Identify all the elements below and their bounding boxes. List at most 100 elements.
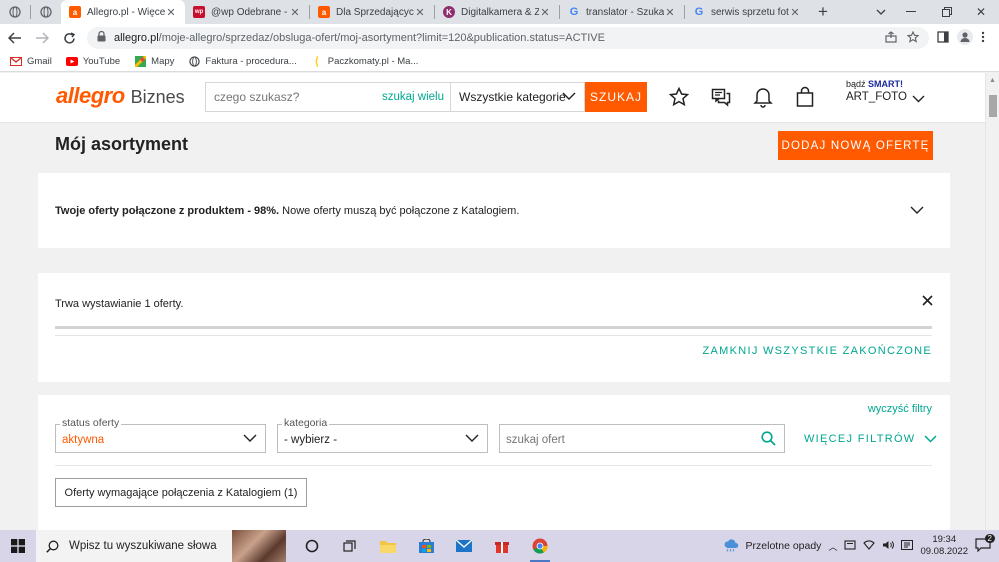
side-panel-icon[interactable] — [937, 30, 949, 46]
bookmark-mapy[interactable]: Mapy — [134, 56, 174, 67]
status-select[interactable]: status oferty aktywna — [55, 417, 266, 453]
search-multiple-link[interactable]: szukaj wielu — [382, 91, 444, 103]
tray-chevron-up-icon[interactable]: ︿ — [828, 540, 837, 553]
back-arrow-icon[interactable] — [3, 26, 27, 50]
browser-menu-icon[interactable] — [981, 31, 985, 46]
category-select[interactable]: Wszystkie kategorie — [450, 82, 585, 112]
windows-start-icon[interactable] — [0, 530, 36, 562]
add-offer-button[interactable]: DODAJ NOWĄ OFERTĘ — [778, 131, 933, 160]
weather-icon[interactable] — [723, 538, 739, 555]
tab-close-icon[interactable]: ✕ — [289, 6, 301, 19]
scroll-up-icon[interactable]: ▲ — [989, 77, 996, 84]
tab-close-icon[interactable]: ✕ — [414, 6, 426, 19]
network-icon[interactable] — [863, 539, 876, 553]
allegro-logo[interactable]: allegro Biznes — [56, 83, 185, 109]
bookmarks-bar: Gmail YouTube Mapy Faktura - procedura..… — [0, 52, 999, 72]
close-window-icon[interactable]: ✕ — [963, 0, 999, 24]
microsoft-store-icon[interactable] — [408, 530, 444, 562]
bookmark-gmail[interactable]: Gmail — [10, 56, 52, 67]
taskbar-apps — [294, 530, 558, 562]
catalog-info-text: Twoje oferty połączone z produktem - 98%… — [55, 205, 519, 217]
search-offers-input[interactable]: szukaj ofert — [499, 424, 785, 453]
catalog-percent: Twoje oferty połączone z produktem - 98%… — [55, 205, 280, 217]
star-icon[interactable] — [668, 85, 690, 109]
divider — [55, 465, 932, 466]
notifications-icon[interactable]: 2 — [975, 533, 995, 555]
onedrive-icon[interactable] — [844, 539, 857, 553]
cart-bag-icon[interactable] — [794, 85, 816, 109]
scrollbar-thumb[interactable] — [989, 95, 997, 117]
profile-avatar-icon[interactable] — [957, 28, 973, 48]
tab-dla-sprzedajacych[interactable]: a Dla Sprzedających ✕ — [310, 0, 434, 24]
chevron-down-icon[interactable] — [910, 206, 924, 214]
tab-wp-mail[interactable]: wp @wp Odebrane - W ✕ — [185, 0, 309, 24]
bookmark-faktura[interactable]: Faktura - procedura... — [188, 56, 297, 67]
listing-status-text: Trwa wystawianie 1 oferty. — [55, 298, 184, 310]
bookmark-label: Mapy — [151, 56, 175, 67]
address-bar[interactable]: allegro.pl /moje-allegro/sprzedaz/obslug… — [87, 27, 929, 49]
taskbar-search-box[interactable]: Wpisz tu wyszukiwane słowa — [36, 530, 286, 562]
share-icon[interactable] — [885, 30, 897, 46]
tab-close-icon[interactable]: ✕ — [165, 6, 177, 19]
weather-text[interactable]: Przelotne opady — [746, 540, 822, 552]
clock[interactable]: 19:34 09.08.2022 — [920, 534, 968, 558]
messages-icon[interactable] — [710, 85, 732, 109]
wp-mail-icon: wp — [193, 6, 205, 18]
bell-icon[interactable] — [752, 85, 774, 109]
tab-close-icon[interactable]: ✕ — [789, 6, 801, 19]
chevron-down-icon — [562, 92, 576, 100]
bookmark-youtube[interactable]: YouTube — [65, 56, 120, 67]
search-button[interactable]: SZUKAJ — [585, 82, 647, 112]
close-icon[interactable] — [922, 295, 933, 306]
category-filter-select[interactable]: kategoria - wybierz - — [277, 417, 488, 453]
url-host: allegro.pl — [114, 32, 159, 44]
bookmark-paczkomaty[interactable]: ⟨ Paczkomaty.pl - Ma... — [311, 56, 419, 68]
tab-allegro[interactable]: a Allegro.pl - Więcej ✕ — [61, 0, 185, 24]
catalog-required-filter-chip[interactable]: Oferty wymagające połączenia z Katalogie… — [55, 478, 307, 507]
tab-title: Digitalkamera & Zu — [461, 6, 539, 18]
mail-icon[interactable] — [446, 530, 482, 562]
forward-arrow-icon[interactable] — [30, 26, 54, 50]
youtube-icon — [65, 57, 78, 67]
account-menu[interactable]: bądź SMART! ART_FOTO — [846, 79, 925, 103]
tab-title: Dla Sprzedających — [336, 6, 414, 18]
tab-2[interactable] — [31, 0, 61, 24]
reload-icon[interactable] — [57, 26, 81, 50]
restore-icon[interactable] — [929, 0, 965, 24]
category-filter-value: - wybierz - — [284, 434, 338, 446]
language-icon[interactable] — [901, 539, 914, 553]
cortana-icon[interactable] — [294, 530, 330, 562]
allegro-icon: a — [318, 6, 330, 18]
close-all-finished-link[interactable]: ZAMKNIJ WSZYSTKIE ZAKOŃCZONE — [702, 345, 932, 357]
task-view-icon[interactable] — [332, 530, 368, 562]
clock-time: 19:34 — [932, 534, 957, 545]
allegro-header: allegro Biznes czego szukasz? szukaj wie… — [0, 73, 985, 123]
more-filters-button[interactable]: WIĘCEJ FILTRÓW — [804, 433, 937, 445]
bookmark-star-icon[interactable] — [906, 30, 920, 46]
chevron-down-icon — [243, 434, 257, 442]
tab-close-icon[interactable]: ✕ — [664, 6, 676, 19]
chrome-icon[interactable] — [522, 530, 558, 562]
tab-1[interactable] — [0, 0, 30, 24]
catalog-info-card[interactable]: Twoje oferty połączone z produktem - 98%… — [38, 173, 950, 248]
tab-translator[interactable]: G translator - Szukaj w ✕ — [560, 0, 684, 24]
tab-digitalkamera[interactable]: K Digitalkamera & Zu ✕ — [435, 0, 559, 24]
main-content: Mój asortyment DODAJ NOWĄ OFERTĘ Twoje o… — [0, 123, 985, 530]
globe-icon — [40, 6, 52, 18]
smart-prefix: bądź — [846, 79, 866, 89]
gift-app-icon[interactable] — [484, 530, 520, 562]
catalog-note: Nowe oferty muszą być połączone z Katalo… — [279, 205, 520, 217]
progress-bar — [55, 326, 932, 329]
minimize-icon[interactable] — [893, 0, 929, 24]
page-scrollbar[interactable]: ▲ — [985, 73, 999, 530]
new-tab-button[interactable]: + — [809, 0, 837, 24]
search-icon[interactable] — [761, 431, 776, 446]
lock-icon[interactable] — [97, 30, 106, 45]
search-input[interactable]: czego szukasz? szukaj wielu — [205, 82, 450, 112]
file-explorer-icon[interactable] — [370, 530, 406, 562]
volume-icon[interactable] — [882, 540, 895, 553]
clear-filters-link[interactable]: wyczyść filtry — [868, 403, 932, 415]
tab-serwis[interactable]: G serwis sprzetu fotog ✕ — [685, 0, 809, 24]
tab-close-icon[interactable]: ✕ — [539, 6, 551, 19]
divider — [55, 335, 932, 336]
